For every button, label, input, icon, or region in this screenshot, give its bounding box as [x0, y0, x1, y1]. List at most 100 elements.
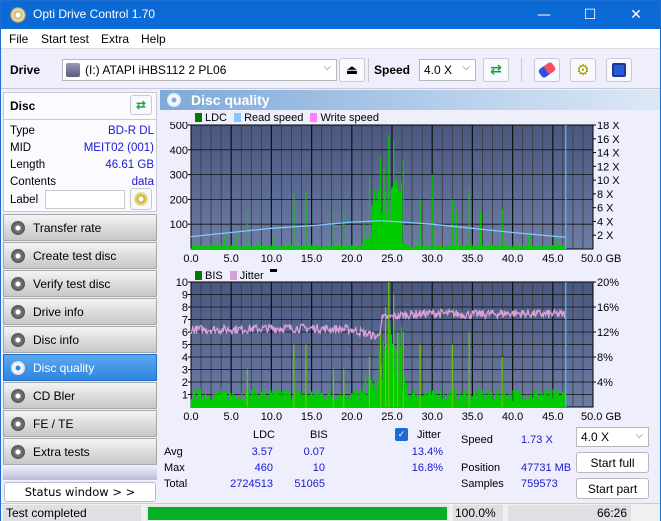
nav-fe-te[interactable]: FE / TE [3, 410, 157, 437]
jitter-checkbox[interactable]: ✓ [395, 428, 408, 441]
nav-drive-info[interactable]: Drive info [3, 298, 157, 325]
eject-icon: ⏏ [345, 62, 359, 78]
field-key: MID [10, 142, 32, 154]
eject-button[interactable]: ⏏ [339, 58, 365, 82]
refresh-icon: ⇄ [135, 98, 147, 112]
max-ldc: 460 [254, 462, 273, 474]
test-speed-select[interactable]: 4.0 X ⌵ [576, 427, 649, 447]
legend-marker [269, 269, 277, 272]
drive-icon [66, 63, 80, 77]
nav-spacer [3, 466, 157, 480]
close-button[interactable]: ✕ [613, 1, 659, 29]
app-icon [10, 7, 26, 23]
y2-tick-label: 10 X [597, 175, 620, 187]
y2-tick-label: 2 X [597, 230, 614, 242]
menu-start-test[interactable]: Start test [41, 32, 89, 46]
x-tick-label: 35.0 [462, 253, 483, 265]
y2-tick-label: 6 X [597, 203, 614, 215]
y2-tick-label: 18 X [597, 122, 620, 132]
left-panel: Disc ⇄ Type BD-R DL MID MEIT02 (001) Lengt… [1, 90, 159, 502]
disc-refresh-button[interactable]: ⇄ [130, 95, 152, 115]
app-window: Opti Drive Control 1.70 — ☐ ✕ File Start… [0, 0, 661, 521]
y2-tick-label: 4 X [597, 216, 614, 228]
maximize-button[interactable]: ☐ [567, 1, 613, 29]
nav-label: FE / TE [33, 417, 74, 431]
menu-help[interactable]: Help [141, 32, 166, 46]
menu-extra[interactable]: Extra [101, 32, 129, 46]
field-value: BD-R DL [107, 125, 154, 137]
fe-te-icon [11, 417, 25, 431]
save-button[interactable] [606, 58, 632, 82]
y-tick-label: 100 [170, 219, 188, 231]
label-key: Label [10, 194, 39, 206]
progress-bar [146, 505, 449, 521]
y2-tick-label: 14 X [597, 148, 620, 160]
nav-extra-tests[interactable]: Extra tests [3, 438, 157, 465]
y-tick-label: 4 [182, 352, 188, 364]
chevron-down-icon: ⌵ [462, 62, 470, 73]
y-tick-label: 9 [182, 290, 188, 302]
start-full-button[interactable]: Start full [576, 452, 649, 473]
y2-tick-label: 16 X [597, 134, 620, 146]
nav-verify-test-disc[interactable]: Verify test disc [3, 270, 157, 297]
x-tick-label: 35.0 [462, 411, 483, 423]
disc-info-icon [11, 333, 25, 347]
nav-label: Transfer rate [33, 221, 102, 235]
nav-label: Disc quality [33, 361, 95, 375]
col-bis-header: BIS [310, 429, 328, 441]
nav-label: Create test disc [33, 249, 117, 263]
main-panel: Disc quality LDC Read speed Write speed … [160, 90, 660, 502]
chevron-down-icon: ⌵ [323, 62, 331, 73]
refresh-button[interactable]: ⇄ [483, 58, 509, 82]
speed-select[interactable]: 4.0 X ⌵ [419, 59, 476, 81]
label-disc-button[interactable] [130, 188, 152, 210]
title-bar: Opti Drive Control 1.70 — ☐ ✕ [1, 1, 660, 29]
nav-cd-bler[interactable]: CD Bler [3, 382, 157, 409]
toolbar-separator [521, 58, 522, 82]
transfer-rate-icon [11, 221, 25, 235]
speed-value: 1.73 X [521, 434, 553, 446]
x-tick-label: 40.0 [502, 411, 523, 423]
x-tick-label: 5.0 [224, 411, 239, 423]
erase-button[interactable] [534, 58, 560, 82]
total-label: Total [164, 478, 188, 490]
speed-value: 4.0 X [424, 63, 453, 77]
y2-tick-label: 20% [597, 278, 619, 289]
nav-disc-quality[interactable]: Disc quality [3, 354, 157, 381]
start-part-button[interactable]: Start part [576, 478, 649, 499]
settings-button[interactable]: ⚙ [570, 58, 596, 82]
drive-select[interactable]: (I:) ATAPI iHBS112 2 PL06 ⌵ [62, 59, 337, 81]
y2-tick-label: 16% [597, 302, 619, 314]
nav-create-test-disc[interactable]: Create test disc [3, 242, 157, 269]
nav-disc-info[interactable]: Disc info [3, 326, 157, 353]
x-tick-label: 30.0 [421, 253, 442, 265]
minimize-button[interactable]: — [521, 1, 567, 29]
status-window-button[interactable]: Status window > > [4, 482, 156, 502]
drive-label: Drive [10, 63, 41, 77]
y-tick-label: 500 [170, 122, 188, 132]
max-jitter: 16.8% [411, 462, 443, 474]
bis-chart: 0.0 5.0 10.0 15.0 20.0 25.0 30.0 35.0 40.0 45.0 50… [176, 278, 622, 423]
field-value: 46.61 GB [105, 159, 154, 171]
cd-bler-icon [11, 389, 25, 403]
field-key: Contents [10, 176, 57, 188]
x-tick-label: 40.0 [502, 253, 523, 265]
toolbar-separator [368, 58, 369, 82]
avg-ldc: 3.57 [251, 446, 273, 458]
ldc-chart: 0.0 5.0 10.0 15.0 20.0 25.0 30.0 35.0 40.0 45.0 50… [170, 122, 622, 265]
write-speed-swatch [310, 113, 318, 122]
panel-title: Disc quality [191, 92, 270, 108]
create-disc-icon [11, 249, 25, 263]
y-tick-label: 200 [170, 194, 188, 206]
elapsed-time: 66:26 [508, 505, 631, 521]
y-tick-label: 400 [170, 145, 188, 157]
nav-label: Drive info [33, 305, 84, 319]
nav-transfer-rate[interactable]: Transfer rate [3, 214, 157, 241]
field-value: data [131, 176, 154, 188]
x-tick-label: 10.0 [261, 253, 282, 265]
label-input[interactable] [45, 190, 125, 209]
menu-file[interactable]: File [9, 32, 28, 46]
x-tick-label: 20.0 [341, 253, 362, 265]
y2-tick-label: 4% [597, 377, 613, 389]
field-value: MEIT02 (001) [83, 142, 154, 154]
